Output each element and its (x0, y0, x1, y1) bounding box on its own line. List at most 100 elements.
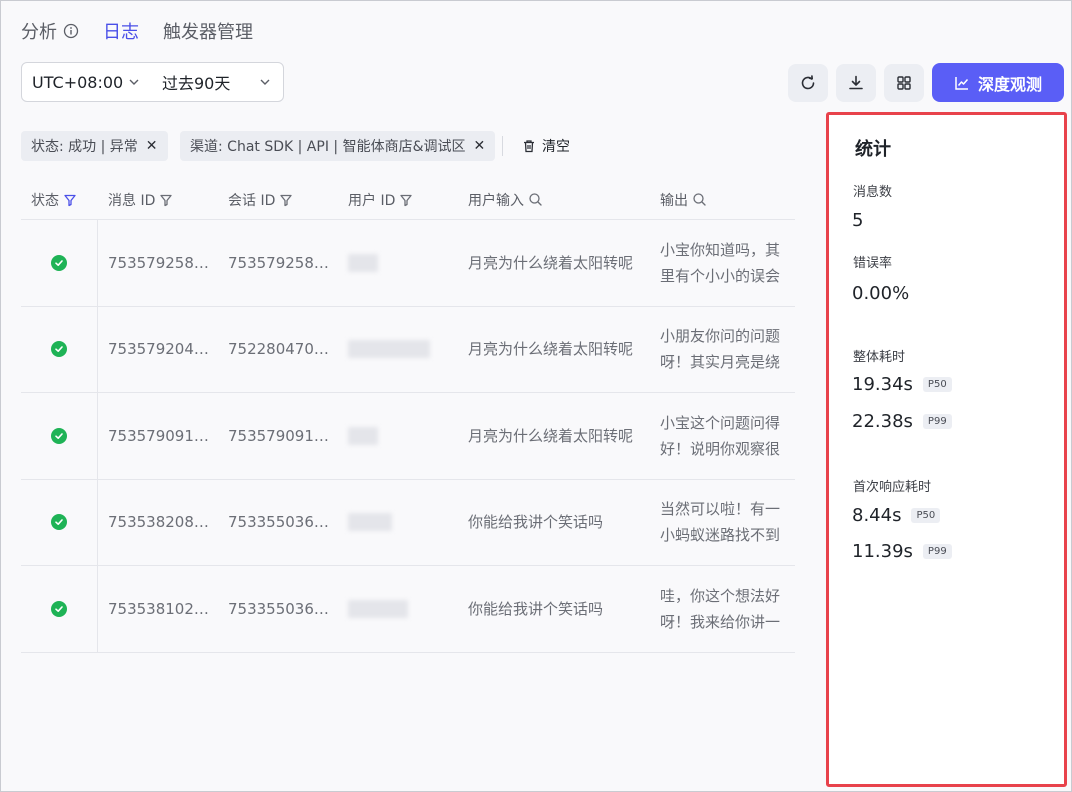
column-header-message-id[interactable]: 消息 ID (98, 180, 218, 219)
user-input-cell: 月亮为什么绕着太阳转呢 (458, 393, 650, 479)
stats-panel: 统计 消息数 5 错误率 0.00% 整体耗时 19.34s P50 22.38… (826, 112, 1067, 787)
tab-logs[interactable]: 日志 (103, 18, 139, 44)
total-latency-p99: 22.38s P99 (852, 411, 952, 432)
line-chart-icon (955, 76, 969, 90)
success-check-icon (51, 427, 67, 444)
conversation-id-cell: 753579091… (218, 393, 338, 479)
redacted-user-id (348, 426, 378, 445)
grid-icon (897, 76, 911, 90)
tab-trigger-management[interactable]: 触发器管理 (163, 18, 253, 44)
message-id-cell: 753579091… (98, 393, 218, 479)
column-header-user-input[interactable]: 用户输入 (458, 180, 650, 219)
divider (502, 136, 503, 156)
success-check-icon (51, 600, 67, 617)
grid-button[interactable] (884, 64, 924, 102)
column-header-user-id[interactable]: 用户 ID (338, 180, 458, 219)
header-label: 用户输入 (468, 192, 524, 209)
output-text: 小朋友你问的问题呀！其实月亮是绕 (660, 327, 781, 372)
refresh-icon (801, 75, 815, 90)
column-header-conversation-id[interactable]: 会话 ID (218, 180, 338, 219)
close-icon[interactable]: ✕ (146, 138, 158, 154)
tab-analysis[interactable]: 分析 (21, 18, 79, 44)
redacted-user-id (348, 253, 378, 272)
refresh-button[interactable] (788, 64, 828, 102)
column-header-status[interactable]: 状态 (21, 180, 98, 219)
filter-icon[interactable] (159, 193, 173, 207)
header-label: 会话 ID (228, 192, 276, 209)
user-input-cell: 月亮为什么绕着太阳转呢 (458, 307, 650, 393)
search-icon[interactable] (692, 192, 707, 207)
deep-observe-label: 深度观测 (977, 74, 1042, 94)
user-id-cell (338, 393, 458, 479)
user-input-cell: 月亮为什么绕着太阳转呢 (458, 220, 650, 306)
deep-observe-button[interactable]: 深度观测 (932, 63, 1064, 102)
header-label: 用户 ID (348, 192, 396, 209)
filter-chip-channel: 渠道: Chat SDK | API | 智能体商店&调试区 ✕ (180, 131, 496, 161)
table-row[interactable]: 753579258… 753579258… 月亮为什么绕着太阳转呢 小宝你知道吗… (21, 220, 795, 307)
info-icon[interactable] (63, 23, 79, 39)
output-text: 哇，你这个想法好呀！我来给你讲一 (660, 586, 781, 631)
error-rate: 0.00% (852, 283, 910, 304)
first-response-label: 首次响应耗时 (853, 480, 932, 495)
error-rate-value: 0.00% (852, 283, 909, 304)
table-row[interactable]: 753579204… 752280470… 月亮为什么绕着太阳转呢 小朋友你问的… (21, 306, 795, 393)
latency-value: 8.44s (852, 505, 902, 526)
output-cell: 小朋友你问的问题呀！其实月亮是绕 (650, 307, 795, 393)
filter-icon[interactable] (63, 193, 77, 207)
status-cell (21, 393, 98, 479)
conversation-id: 753355036… (228, 599, 329, 618)
conversation-id-cell: 753355036… (218, 566, 338, 652)
user-input: 月亮为什么绕着太阳转呢 (468, 426, 634, 445)
conversation-id: 753579091… (228, 426, 329, 445)
conversation-id-cell: 753355036… (218, 480, 338, 566)
total-latency-label: 整体耗时 (853, 350, 906, 365)
total-latency-p50: 19.34s P50 (852, 374, 952, 395)
success-check-icon (51, 514, 67, 531)
message-id: 753579091… (108, 426, 209, 445)
download-button[interactable] (836, 64, 876, 102)
filter-icon[interactable] (399, 193, 413, 207)
message-id: 753579258… (108, 253, 209, 272)
user-input-cell: 你能给我讲个笑话吗 (458, 566, 650, 652)
message-id: 753538102… (108, 599, 209, 618)
clear-filters-button[interactable]: 清空 (522, 135, 570, 157)
success-check-icon (51, 341, 67, 358)
redacted-user-id (348, 513, 392, 532)
status-cell (21, 220, 98, 306)
header-label: 输出 (660, 192, 688, 209)
p50-badge: P50 (911, 508, 941, 523)
timezone-value: UTC+08:00 (32, 72, 124, 92)
status-cell (21, 566, 98, 652)
table-row[interactable]: 753538102… 753355036… 你能给我讲个笑话吗 哇，你这个想法好… (21, 566, 795, 653)
chevron-down-icon (129, 79, 139, 85)
message-id-cell: 753538208… (98, 480, 218, 566)
output-text: 当然可以啦！有一小蚂蚁迷路找不到 (660, 500, 781, 545)
latency-value: 11.39s (852, 541, 913, 562)
status-cell (21, 306, 98, 392)
filter-icon[interactable] (279, 193, 293, 207)
latency-value: 22.38s (852, 411, 913, 432)
user-id-cell (338, 220, 458, 306)
table-row[interactable]: 753538208… 753355036… 你能给我讲个笑话吗 当然可以啦！有一… (21, 479, 795, 566)
tab-label: 触发器管理 (163, 22, 253, 43)
output-cell: 小宝这个问题问得好！说明你观察很 (650, 393, 795, 479)
conversation-id: 753355036… (228, 513, 329, 532)
latency-value: 19.34s (852, 374, 913, 395)
table-row[interactable]: 753579091… 753579091… 月亮为什么绕着太阳转呢 小宝这个问题… (21, 393, 795, 480)
search-icon[interactable] (528, 192, 543, 207)
conversation-id: 752280470… (228, 340, 329, 359)
stats-title: 统计 (855, 139, 891, 160)
conversation-id-cell: 752280470… (218, 307, 338, 393)
timezone-select[interactable]: UTC+08:00 (22, 63, 152, 101)
trash-icon (524, 140, 534, 153)
user-input-cell: 你能给我讲个笑话吗 (458, 480, 650, 566)
time-range-select[interactable]: 过去90天 (152, 63, 283, 101)
time-filter: UTC+08:00 过去90天 (21, 62, 284, 102)
chevron-down-icon (260, 79, 270, 85)
p99-badge: P99 (922, 414, 952, 429)
conversation-id-cell: 753579258… (218, 220, 338, 306)
column-header-output[interactable]: 输出 (650, 180, 795, 219)
success-check-icon (51, 254, 67, 271)
p99-badge: P99 (922, 544, 952, 559)
close-icon[interactable]: ✕ (473, 138, 485, 154)
